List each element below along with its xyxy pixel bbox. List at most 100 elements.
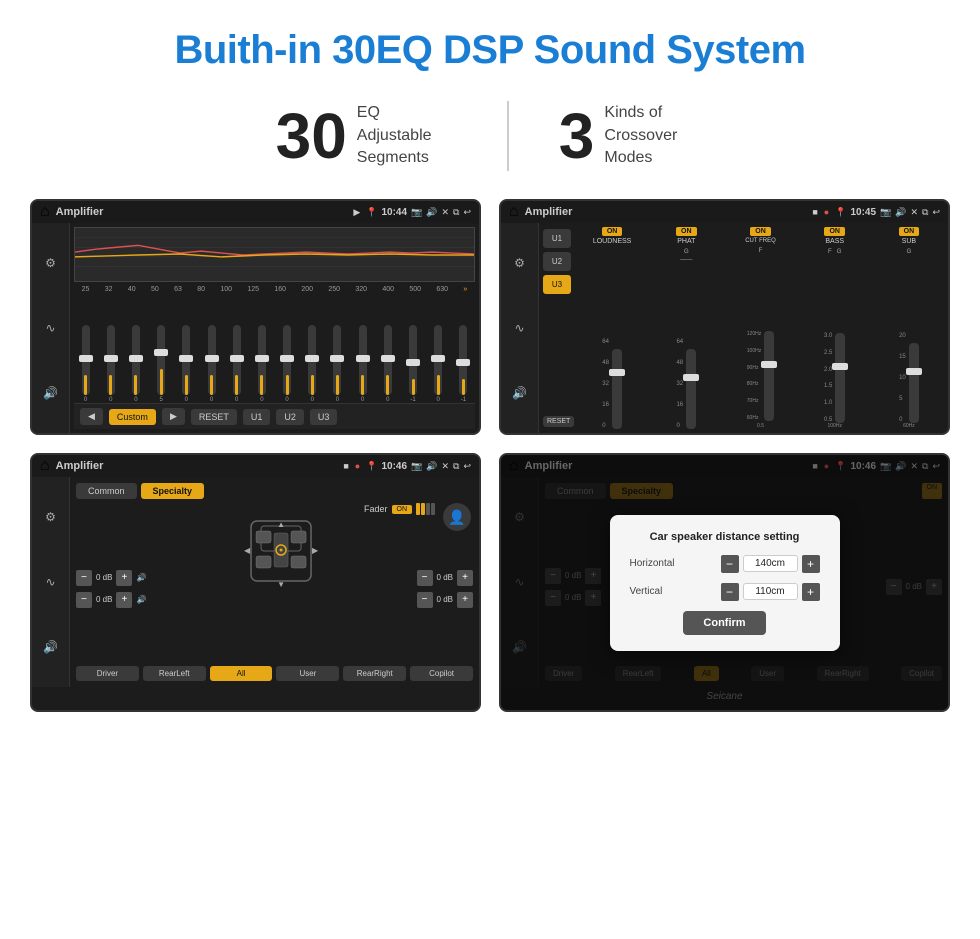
rearright-button[interactable]: RearRight xyxy=(343,666,406,681)
preset-u2-button[interactable]: U2 xyxy=(543,252,571,271)
common-tab[interactable]: Common xyxy=(76,483,137,499)
vertical-control: − 110cm + xyxy=(721,583,820,601)
eq-prev-button[interactable]: ◀ xyxy=(80,408,103,425)
right-minus-1[interactable]: − xyxy=(417,570,433,586)
copy-icon-tl[interactable]: ⧉ xyxy=(453,207,459,218)
all-button[interactable]: All xyxy=(210,666,273,681)
time-tl: 10:44 xyxy=(381,207,407,218)
eq-u2-button[interactable]: U2 xyxy=(276,409,304,425)
user-button[interactable]: User xyxy=(276,666,339,681)
eq-sidebar-icon-2[interactable]: ∿ xyxy=(45,321,55,335)
vertical-minus-button[interactable]: − xyxy=(721,583,739,601)
right-plus-2[interactable]: + xyxy=(457,592,473,608)
right-minus-2[interactable]: − xyxy=(417,592,433,608)
eq-slider-5[interactable]: 0 xyxy=(175,325,198,403)
cr-sidebar-icon-2[interactable]: ∿ xyxy=(514,321,524,335)
cr-reset-button[interactable]: RESET xyxy=(543,416,574,427)
pin-icon-tr: 📍 xyxy=(835,207,846,218)
copilot-button[interactable]: Copilot xyxy=(410,666,473,681)
right-plus-1[interactable]: + xyxy=(457,570,473,586)
close-icon-bl[interactable]: ✕ xyxy=(441,461,449,472)
eq-slider-16[interactable]: -1 xyxy=(452,325,475,403)
eq-slider-2[interactable]: 0 xyxy=(99,325,122,403)
rearleft-button[interactable]: RearLeft xyxy=(143,666,206,681)
eq-slider-11[interactable]: 0 xyxy=(326,325,349,403)
close-icon-tl[interactable]: ✕ xyxy=(441,207,449,218)
horizontal-minus-button[interactable]: − xyxy=(721,555,739,573)
cr-sidebar-icon-1[interactable]: ⚙ xyxy=(514,256,525,270)
crossover-number: 3 xyxy=(559,104,595,168)
vertical-row: Vertical − 110cm + xyxy=(630,583,820,601)
car-diagram: ▲ ▼ ◀ ▶ xyxy=(154,511,408,591)
home-icon-bl[interactable]: ⌂ xyxy=(40,457,50,475)
position-buttons: Driver RearLeft All User RearRight Copil… xyxy=(76,666,473,681)
specialty-tab[interactable]: Specialty xyxy=(141,483,205,499)
eq-u1-button[interactable]: U1 xyxy=(243,409,271,425)
eq-reset-button[interactable]: RESET xyxy=(191,409,237,425)
camera-icon-tl[interactable]: 📷 xyxy=(411,207,422,218)
status-icons-tl: 📍 10:44 📷 🔊 ✕ ⧉ ↩ xyxy=(366,207,471,218)
eq-custom-button[interactable]: Custom xyxy=(109,409,156,425)
dot-tr: ● xyxy=(824,207,829,217)
col-cutfreq: ON CUT FREQ F 120Hz100Hz90Hz80Hz70Hz60Hz… xyxy=(725,227,795,429)
profile-icon[interactable]: 👤 xyxy=(443,503,471,531)
crossover-cols: ON LOUDNESS 644832160 ON PHAT G —— xyxy=(575,223,948,433)
cr-sidebar-icon-3[interactable]: 🔊 xyxy=(512,386,527,400)
sub-on-badge: ON xyxy=(899,227,920,236)
copy-icon-tr[interactable]: ⧉ xyxy=(922,207,928,218)
eq-slider-7[interactable]: 0 xyxy=(225,325,248,403)
left-minus-2[interactable]: − xyxy=(76,592,92,608)
confirm-button[interactable]: Confirm xyxy=(683,611,765,635)
preset-u3-button[interactable]: U3 xyxy=(543,275,571,294)
right-volumes: − 0 dB + − 0 dB + xyxy=(417,511,473,666)
sp-sidebar-icon-1[interactable]: ⚙ xyxy=(45,510,56,524)
eq-sidebar-icon-3[interactable]: 🔊 xyxy=(43,386,58,400)
copy-icon-bl[interactable]: ⧉ xyxy=(453,461,459,472)
screen-dialog: ⌂ Amplifier ■ ● 📍 10:46 📷 🔊 ✕ ⧉ ↩ ⚙ ∿ 🔊 xyxy=(499,453,950,712)
back-icon-tr[interactable]: ↩ xyxy=(932,207,940,218)
eq-slider-13[interactable]: 0 xyxy=(376,325,399,403)
eq-slider-10[interactable]: 0 xyxy=(301,325,324,403)
left-plus-1[interactable]: + xyxy=(116,570,132,586)
home-icon-tl[interactable]: ⌂ xyxy=(40,203,50,221)
eq-slider-15[interactable]: 0 xyxy=(427,325,450,403)
preset-u1-button[interactable]: U1 xyxy=(543,229,571,248)
play-icon-tl[interactable]: ▶ xyxy=(353,207,360,218)
left-minus-1[interactable]: − xyxy=(76,570,92,586)
eq-slider-12[interactable]: 0 xyxy=(351,325,374,403)
close-icon-tr[interactable]: ✕ xyxy=(910,207,918,218)
camera-icon-bl[interactable]: 📷 xyxy=(411,461,422,472)
home-icon-tr[interactable]: ⌂ xyxy=(509,203,519,221)
eq-slider-8[interactable]: 0 xyxy=(250,325,273,403)
vertical-plus-button[interactable]: + xyxy=(802,583,820,601)
eq-slider-3[interactable]: 0 xyxy=(124,325,147,403)
sp-sidebar-icon-2[interactable]: ∿ xyxy=(45,575,55,589)
sp-sidebar-icon-3[interactable]: 🔊 xyxy=(43,640,58,654)
eq-u3-button[interactable]: U3 xyxy=(310,409,338,425)
left-plus-2[interactable]: + xyxy=(116,592,132,608)
driver-button[interactable]: Driver xyxy=(76,666,139,681)
eq-slider-4[interactable]: 5 xyxy=(150,325,173,403)
back-icon-tl[interactable]: ↩ xyxy=(463,207,471,218)
vol-icon-bl[interactable]: 🔊 xyxy=(426,461,437,472)
camera-icon-tr[interactable]: 📷 xyxy=(880,207,891,218)
horizontal-plus-button[interactable]: + xyxy=(802,555,820,573)
back-icon-bl[interactable]: ↩ xyxy=(463,461,471,472)
eq-main: 25 32 40 50 63 80 100 125 160 200 250 32… xyxy=(70,223,479,433)
eq-slider-6[interactable]: 0 xyxy=(200,325,223,403)
cutfreq-label: CUT FREQ xyxy=(745,238,776,244)
vol-icon-tl[interactable]: 🔊 xyxy=(426,207,437,218)
crossover-presets: U1 U2 U3 RESET xyxy=(539,223,575,433)
eq-play-button[interactable]: ▶ xyxy=(162,408,185,425)
stats-row: 30 EQ AdjustableSegments 3 Kinds ofCross… xyxy=(0,91,980,199)
bass-label: BASS xyxy=(825,238,844,245)
status-bar-tl: ⌂ Amplifier ▶ 📍 10:44 📷 🔊 ✕ ⧉ ↩ xyxy=(32,201,479,223)
eq-slider-9[interactable]: 0 xyxy=(276,325,299,403)
eq-slider-14[interactable]: -1 xyxy=(401,325,424,403)
eq-sidebar-icon-1[interactable]: ⚙ xyxy=(45,256,56,270)
dialog-title: Car speaker distance setting xyxy=(630,531,820,543)
eq-number: 30 xyxy=(276,104,347,168)
eq-slider-1[interactable]: 0 xyxy=(74,325,97,403)
vol-icon-tr[interactable]: 🔊 xyxy=(895,207,906,218)
screen-crossover: ⌂ Amplifier ■ ● 📍 10:45 📷 🔊 ✕ ⧉ ↩ ⚙ ∿ 🔊 xyxy=(499,199,950,435)
